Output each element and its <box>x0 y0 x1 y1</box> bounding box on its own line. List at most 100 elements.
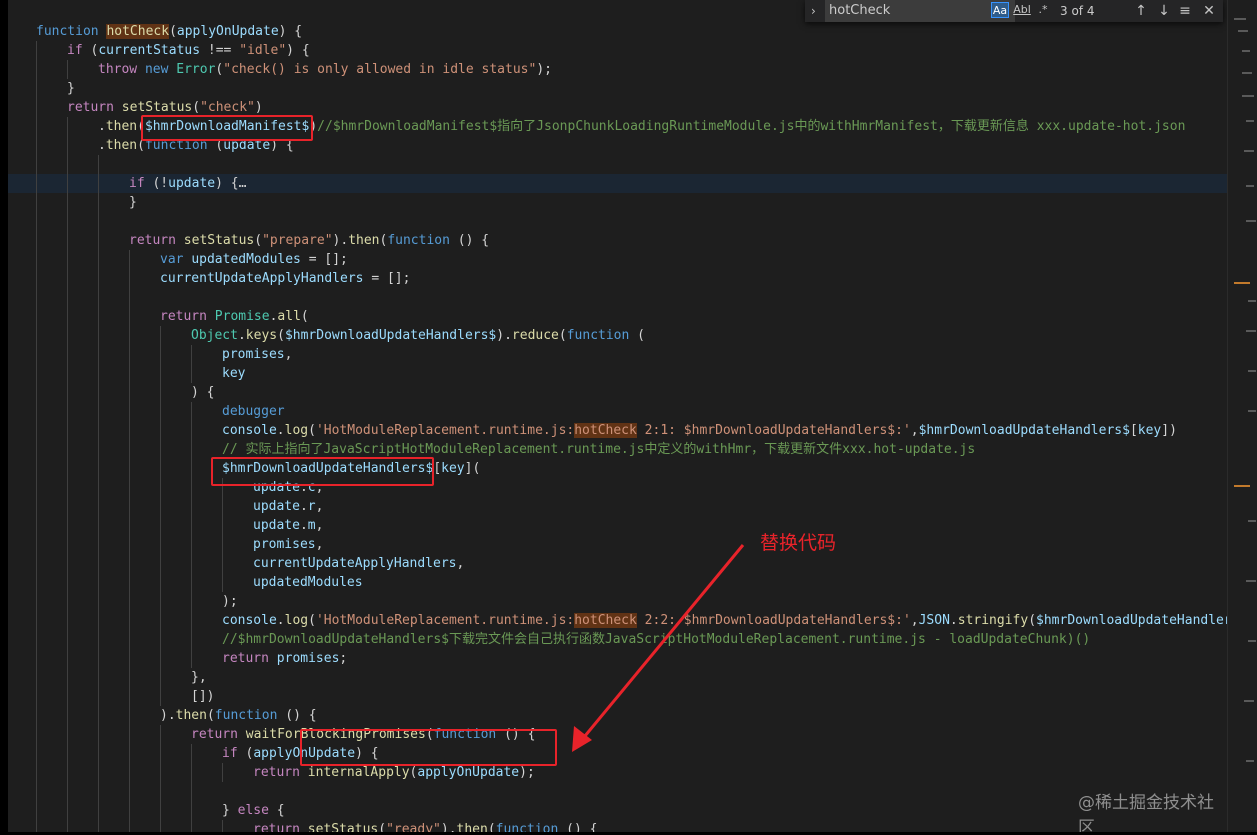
code-line[interactable]: debugger <box>8 402 1227 421</box>
code-line[interactable]: return promises; <box>8 649 1227 668</box>
indent-guide <box>98 554 99 573</box>
code-token: $hmrDownloadUpdateHandlers$ <box>284 328 497 343</box>
indent-guide <box>36 231 37 250</box>
code-line[interactable]: return internalApply(applyOnUpdate); <box>8 763 1227 782</box>
find-input[interactable]: hotCheck <box>825 0 1015 22</box>
match-case-toggle[interactable]: Aa <box>991 2 1009 18</box>
code-token: promises <box>276 651 340 666</box>
code-line[interactable]: }, <box>8 668 1227 687</box>
code-line[interactable] <box>8 212 1227 231</box>
indent-guide <box>67 668 68 687</box>
code-line[interactable]: // 实际上指向了JavaScriptHotModuleReplacement.… <box>8 440 1227 459</box>
code-line[interactable] <box>8 155 1227 174</box>
indent-guide <box>36 212 37 231</box>
close-icon[interactable]: ✕ <box>1199 0 1219 22</box>
code-line[interactable]: key <box>8 364 1227 383</box>
code-area[interactable]: function hotCheck(applyOnUpdate) {if (cu… <box>8 22 1227 832</box>
code-token: then <box>105 138 138 153</box>
indent-guide <box>98 345 99 364</box>
arrow-up-icon[interactable]: ↑ <box>1131 0 1151 22</box>
code-line[interactable]: console.log('HotModuleReplacement.runtim… <box>8 611 1227 630</box>
code-token: . <box>949 613 958 628</box>
indent-guide <box>67 782 68 801</box>
indent-guide <box>98 402 99 421</box>
code-token: then <box>348 233 380 248</box>
indent-guide <box>129 611 130 630</box>
code-token: !== <box>200 43 240 58</box>
code-line[interactable]: } else { <box>8 801 1227 820</box>
code-token: }, <box>191 670 207 685</box>
indent-guide <box>129 478 130 497</box>
indent-guide <box>222 497 223 516</box>
code-line[interactable]: promises, <box>8 345 1227 364</box>
indent-guide <box>160 630 161 649</box>
indent-guide <box>191 611 192 630</box>
code-token: , <box>315 537 324 552</box>
find-in-selection-icon[interactable]: ≡ <box>1175 0 1195 22</box>
code-line[interactable]: var updatedModules = []; <box>8 250 1227 269</box>
code-line[interactable]: return setStatus("ready").then(function … <box>8 820 1227 832</box>
code-line[interactable]: return waitForBlockingPromises(function … <box>8 725 1227 744</box>
regex-toggle[interactable]: .* <box>1035 2 1051 18</box>
code-line[interactable]: currentUpdateApplyHandlers = []; <box>8 269 1227 288</box>
minimap-scrollbar[interactable] <box>1227 0 1257 832</box>
code-line[interactable]: promises, <box>8 535 1227 554</box>
code-token: } <box>129 195 137 210</box>
code-line[interactable]: update.m, <box>8 516 1227 535</box>
code-line[interactable]: currentUpdateApplyHandlers, <box>8 554 1227 573</box>
code-token: setStatus <box>183 233 255 248</box>
indent-guide <box>160 592 161 611</box>
code-line[interactable]: ); <box>8 592 1227 611</box>
code-line[interactable]: if (currentStatus !== "idle") { <box>8 41 1227 60</box>
indent-guide <box>67 402 68 421</box>
indent-guide <box>191 516 192 535</box>
code-line[interactable]: updatedModules <box>8 573 1227 592</box>
code-line[interactable]: if (applyOnUpdate) { <box>8 744 1227 763</box>
code-line[interactable]: //$hmrDownloadUpdateHandlers$下载完文件会自己执行函… <box>8 630 1227 649</box>
indent-guide <box>98 592 99 611</box>
code-line[interactable]: throw new Error("check() is only allowed… <box>8 60 1227 79</box>
toggle-replace-chevron-icon[interactable]: › <box>811 2 823 20</box>
code-token: 2:1: $hmrDownloadUpdateHandlers$:' <box>636 423 911 438</box>
code-line[interactable]: return Promise.all( <box>8 307 1227 326</box>
indent-guide <box>36 744 37 763</box>
indent-guide <box>98 288 99 307</box>
indent-guide <box>36 573 37 592</box>
code-line[interactable]: Object.keys($hmrDownloadUpdateHandlers$)… <box>8 326 1227 345</box>
code-token: } <box>67 81 75 96</box>
code-editor[interactable]: function hotCheck(applyOnUpdate) {if (cu… <box>8 0 1227 832</box>
indent-guide <box>36 554 37 573</box>
code-line[interactable]: if (!update) {… <box>8 174 1227 193</box>
indent-guide <box>67 554 68 573</box>
indent-guide <box>36 649 37 668</box>
code-token: // 实际上指向了JavaScriptHotModuleReplacement.… <box>222 442 976 457</box>
code-token: updatedModules <box>253 575 363 590</box>
code-line[interactable]: []) <box>8 687 1227 706</box>
code-token: (! <box>152 176 169 191</box>
code-line[interactable]: } <box>8 193 1227 212</box>
code-line[interactable] <box>8 782 1227 801</box>
match-count: 3 of 4 <box>1060 4 1095 18</box>
indent-guide <box>98 516 99 535</box>
code-line[interactable]: function hotCheck(applyOnUpdate) { <box>8 22 1227 41</box>
code-line[interactable]: update.r, <box>8 497 1227 516</box>
whole-word-toggle[interactable]: Abl <box>1012 2 1032 18</box>
code-token: ); <box>519 765 535 780</box>
indent-guide <box>67 193 68 212</box>
indent-guide <box>36 516 37 535</box>
code-line[interactable]: console.log('HotModuleReplacement.runtim… <box>8 421 1227 440</box>
code-line[interactable]: update.c, <box>8 478 1227 497</box>
arrow-down-icon[interactable]: ↓ <box>1154 0 1174 22</box>
code-token: function <box>214 708 286 723</box>
code-line[interactable]: return setStatus("prepare").then(functio… <box>8 231 1227 250</box>
code-text: if (currentStatus !== "idle") { <box>67 41 310 60</box>
code-line[interactable]: ) { <box>8 383 1227 402</box>
code-token: Promise <box>214 309 270 324</box>
code-line[interactable] <box>8 288 1227 307</box>
code-line[interactable]: } <box>8 79 1227 98</box>
indent-guide <box>36 687 37 706</box>
code-token: ) <box>254 100 263 115</box>
code-line[interactable]: $hmrDownloadUpdateHandlers$[key]( <box>8 459 1227 478</box>
code-line[interactable]: ).then(function () { <box>8 706 1227 725</box>
indent-guide <box>191 744 192 763</box>
